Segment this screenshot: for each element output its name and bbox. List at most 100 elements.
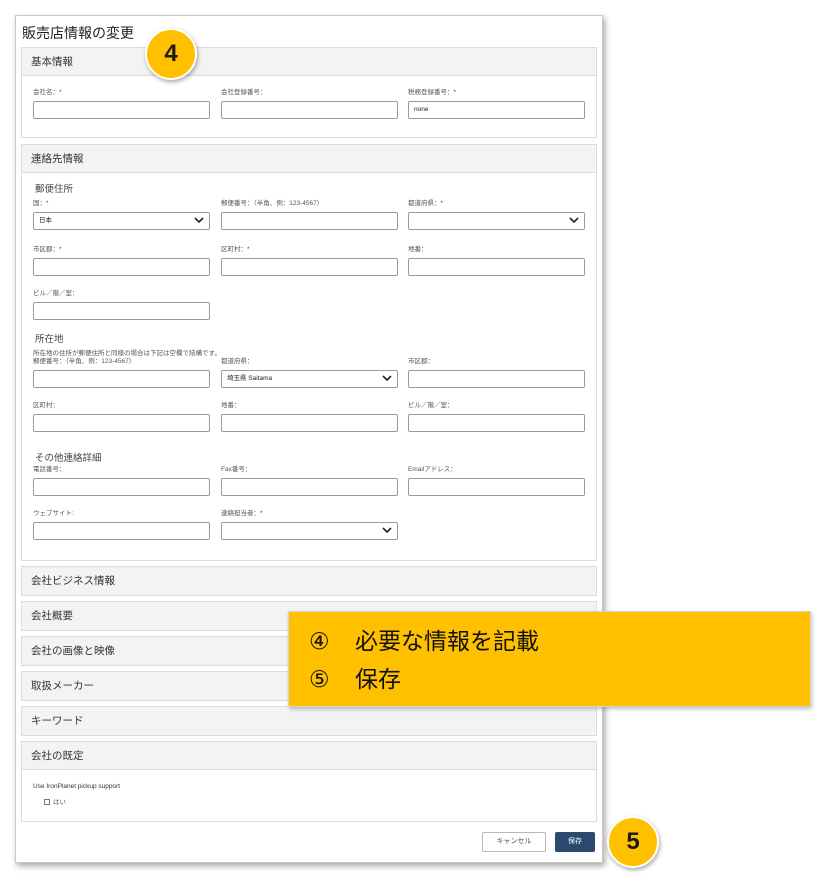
location-prefecture-field: 都道府県： 埼玉県 Saitama bbox=[221, 357, 398, 388]
step-5-badge: 5 bbox=[607, 816, 659, 868]
required-mark: * bbox=[247, 246, 250, 253]
section-business-info[interactable]: 会社ビジネス情報 bbox=[21, 566, 597, 596]
postal-code-input[interactable] bbox=[221, 212, 398, 230]
fax-label: Fax番号： bbox=[221, 466, 252, 473]
tax-registration-input[interactable]: none bbox=[408, 101, 585, 119]
fax-input[interactable] bbox=[221, 478, 398, 496]
location-building-field: ビル／階／室： bbox=[408, 401, 585, 432]
lot-number-input[interactable] bbox=[408, 258, 585, 276]
location-lot-number-field: 地番： bbox=[221, 401, 398, 432]
panel-header-basic-info: 基本情報 bbox=[22, 48, 596, 76]
country-value: 日本 bbox=[39, 217, 52, 224]
pickup-support-label: Use IronPlanet pickup support bbox=[33, 783, 121, 790]
panel-contact-info: 連絡先情報 郵便住所 国：* 日本 郵便番号：（半角、例：123-4567） 都… bbox=[21, 144, 597, 561]
instruction-callout: ④ 必要な情報を記載 ⑤ 保存 bbox=[288, 611, 811, 707]
email-input[interactable] bbox=[408, 478, 585, 496]
instruction-fill-info-text: 必要な情報を記載 bbox=[355, 628, 539, 654]
location-ward-input[interactable] bbox=[33, 414, 210, 432]
contact-person-select[interactable] bbox=[221, 522, 398, 540]
panel-basic-info: 基本情報 会社名：* 会社登録番号： 税務登録番号：* none bbox=[21, 47, 597, 138]
location-title: 所在地 bbox=[35, 334, 64, 345]
website-input[interactable] bbox=[33, 522, 210, 540]
postal-code-label: 郵便番号：（半角、例：123-4567） bbox=[221, 200, 324, 207]
country-field: 国：* 日本 bbox=[33, 199, 210, 230]
city-input[interactable] bbox=[33, 258, 210, 276]
panel-header-contact-info: 連絡先情報 bbox=[22, 145, 596, 173]
location-ward-field: 区町村： bbox=[33, 401, 210, 432]
other-contact-title: その他連絡詳細 bbox=[35, 453, 102, 464]
postal-code-field: 郵便番号：（半角、例：123-4567） bbox=[221, 199, 398, 230]
location-ward-label: 区町村： bbox=[33, 402, 59, 409]
location-building-label: ビル／階／室： bbox=[408, 402, 454, 409]
checkbox-icon[interactable] bbox=[44, 799, 50, 806]
company-registration-input[interactable] bbox=[221, 101, 398, 119]
page-title: 販売店情報の変更 bbox=[22, 25, 134, 41]
company-registration-field: 会社登録番号： bbox=[221, 88, 398, 119]
step-5-marker: ⑤ bbox=[309, 666, 330, 692]
required-mark: * bbox=[453, 89, 457, 96]
location-postal-code-input[interactable] bbox=[33, 370, 210, 388]
location-building-input[interactable] bbox=[408, 414, 585, 432]
required-mark: * bbox=[59, 246, 62, 253]
fax-field: Fax番号： bbox=[221, 465, 398, 496]
company-name-input[interactable] bbox=[33, 101, 210, 119]
instruction-line-save: ⑤ 保存 bbox=[309, 662, 810, 700]
location-prefecture-value: 埼玉県 Saitama bbox=[227, 375, 273, 382]
panel-header-company-defaults: 会社の既定 bbox=[22, 742, 596, 770]
instruction-line-fill-info: ④ 必要な情報を記載 bbox=[309, 624, 810, 662]
location-note: 所在地の住所が郵便住所と同様の場合は下記は空欄で結構です。 bbox=[33, 350, 221, 357]
ward-input[interactable] bbox=[221, 258, 398, 276]
phone-label: 電話番号： bbox=[33, 466, 66, 473]
company-name-field: 会社名：* bbox=[33, 88, 210, 119]
ward-label: 区町村： bbox=[221, 246, 247, 253]
prefecture-select[interactable] bbox=[408, 212, 585, 230]
country-label: 国： bbox=[33, 200, 46, 207]
lot-number-field: 地番： bbox=[408, 245, 585, 276]
section-keywords[interactable]: キーワード bbox=[21, 706, 597, 736]
chevron-down-icon bbox=[194, 217, 204, 224]
location-lot-number-input[interactable] bbox=[221, 414, 398, 432]
cancel-button[interactable]: キャンセル bbox=[482, 832, 546, 852]
prefecture-field: 都道府県：* bbox=[408, 199, 585, 230]
location-postal-code-field: 郵便番号：（半角、例：123-4567） bbox=[33, 357, 210, 388]
lot-number-label: 地番： bbox=[408, 246, 428, 253]
step-4-marker: ④ bbox=[309, 628, 330, 654]
required-mark: * bbox=[440, 200, 444, 207]
tax-registration-label: 税務登録番号： bbox=[408, 89, 454, 96]
required-mark: * bbox=[46, 200, 49, 207]
city-field: 市区郡：* bbox=[33, 245, 210, 276]
building-input[interactable] bbox=[33, 302, 210, 320]
phone-input[interactable] bbox=[33, 478, 210, 496]
location-city-input[interactable] bbox=[408, 370, 585, 388]
panel-company-defaults: 会社の既定 Use IronPlanet pickup support はい bbox=[21, 741, 597, 822]
chevron-down-icon bbox=[382, 375, 392, 382]
phone-field: 電話番号： bbox=[33, 465, 210, 496]
pickup-support-option[interactable]: はい bbox=[44, 796, 66, 806]
location-postal-code-label: 郵便番号：（半角、例：123-4567） bbox=[33, 358, 136, 365]
dealer-edit-window: 販売店情報の変更 基本情報 会社名：* 会社登録番号： 税務登録番号：* non… bbox=[15, 15, 603, 863]
location-prefecture-select[interactable]: 埼玉県 Saitama bbox=[221, 370, 398, 388]
website-field: ウェブサイト: bbox=[33, 509, 210, 540]
prefecture-label: 都道府県： bbox=[408, 200, 441, 207]
chevron-down-icon bbox=[569, 217, 579, 224]
instruction-save-text: 保存 bbox=[355, 666, 401, 692]
contact-person-label: 連絡担当者： bbox=[221, 510, 260, 517]
required-mark: * bbox=[260, 510, 263, 517]
building-label: ビル／階／室： bbox=[33, 290, 79, 297]
email-field: Emailアドレス： bbox=[408, 465, 585, 496]
location-city-field: 市区郡： bbox=[408, 357, 585, 388]
section-keywords-label: キーワード bbox=[22, 707, 596, 735]
location-lot-number-label: 地番： bbox=[221, 402, 241, 409]
country-select[interactable]: 日本 bbox=[33, 212, 210, 230]
website-label: ウェブサイト: bbox=[33, 510, 74, 517]
city-label: 市区郡： bbox=[33, 246, 59, 253]
chevron-down-icon bbox=[382, 527, 392, 534]
pickup-support-option-label: はい bbox=[53, 799, 66, 806]
section-business-info-label: 会社ビジネス情報 bbox=[22, 567, 596, 595]
location-prefecture-label: 都道府県： bbox=[221, 358, 254, 365]
building-field: ビル／階／室： bbox=[33, 289, 210, 320]
step-4-badge: 4 bbox=[145, 28, 197, 80]
postal-address-title: 郵便住所 bbox=[35, 184, 74, 195]
save-button[interactable]: 保存 bbox=[555, 832, 595, 852]
required-mark: * bbox=[59, 89, 62, 96]
